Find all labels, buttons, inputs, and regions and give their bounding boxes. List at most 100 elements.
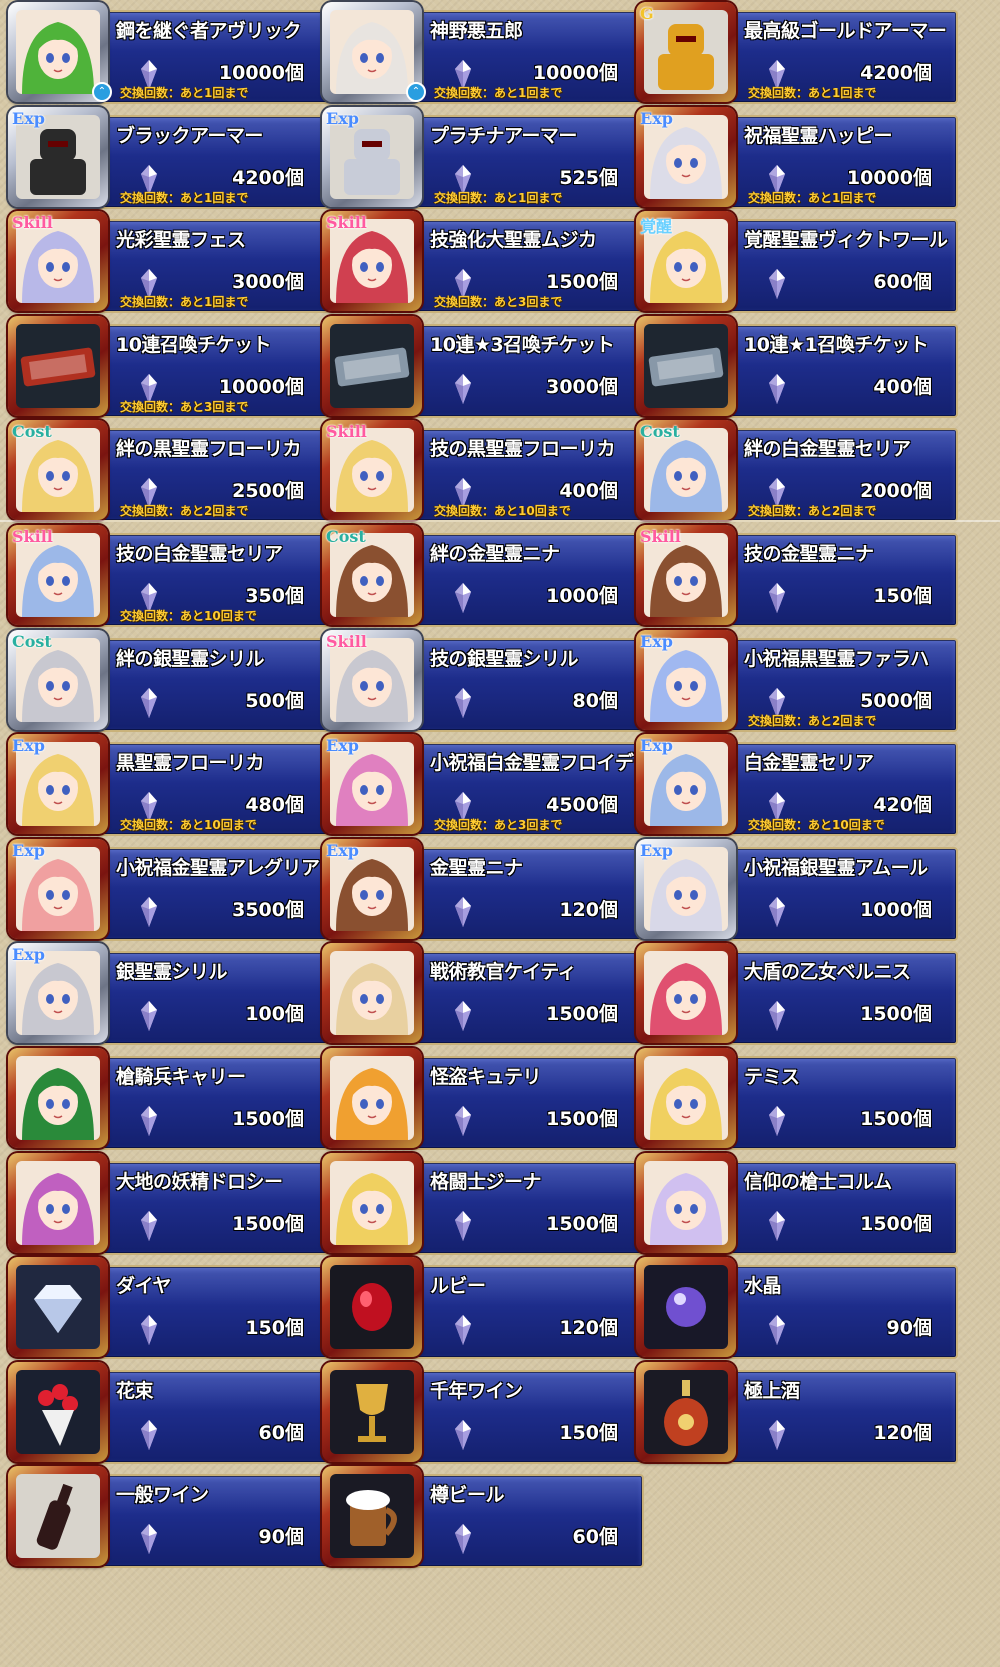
exchange-item-card[interactable]: 覚醒 覚醒聖霊ヴィクトワール 600個 [636, 211, 958, 315]
exchange-item-card[interactable]: 10連召喚チケット 10000個 交換回数：あと3回まで [8, 315, 330, 420]
exchange-item-card[interactable]: 花束 60個 [8, 1361, 330, 1466]
item-name: プラチナアーマー [430, 124, 577, 147]
item-cost: 3000個 [232, 271, 304, 294]
item-icon-frame [636, 1152, 736, 1253]
exchange-item-card[interactable]: 格闘士ジーナ 1500個 [322, 1152, 644, 1257]
item-icon-frame: Skill [322, 629, 422, 730]
green-haired-girl-icon [16, 10, 100, 94]
item-name: 樽ビール [430, 1484, 505, 1507]
type-tag: Skill [12, 527, 53, 546]
item-icon-frame: Cost [8, 629, 108, 730]
exchange-item-card[interactable]: 一般ワイン 90個 [8, 1466, 330, 1570]
exchange-item-card[interactable]: 極上酒 120個 [636, 1361, 958, 1466]
item-cost: 100個 [245, 1003, 304, 1026]
exchange-item-card[interactable]: Skill 技強化大聖霊ムジカ 1500個 交換回数：あと3回まで [322, 211, 644, 315]
exchange-item-card[interactable]: Cost 絆の金聖霊ニナ 1000個 [322, 525, 644, 629]
exchange-item-card[interactable]: 樽ビール 60個 [322, 1466, 644, 1570]
crystal-currency-icon [454, 687, 472, 718]
item-name: 技の黒聖霊フローリカ [430, 438, 616, 461]
exchange-item-card[interactable]: 信仰の槍士コルム 1500個 [636, 1152, 958, 1257]
exchange-item-card[interactable]: 千年ワイン 150個 [322, 1361, 644, 1466]
item-name: 白金聖霊セリア [744, 752, 874, 775]
exchange-item-card[interactable]: Cost 絆の黒聖霊フローリカ 2500個 交換回数：あと2回まで [8, 420, 330, 524]
exchange-item-card[interactable]: Skill 技の金聖霊ニナ 150個 [636, 525, 958, 629]
exchange-item-card[interactable]: Exp 金聖霊ニナ 120個 [322, 838, 644, 943]
exchange-item-card[interactable]: 水晶 90個 [636, 1257, 958, 1361]
type-tag: Exp [12, 108, 45, 128]
item-icon-frame: Exp [8, 943, 108, 1044]
exchange-item-card[interactable]: 戦術教官ケイティ 1500個 [322, 943, 644, 1047]
item-name: ルビー [430, 1275, 486, 1298]
item-icon-frame: Skill [8, 525, 108, 625]
exchange-item-card[interactable]: Skill 技の白金聖霊セリア 350個 交換回数：あと10回まで [8, 525, 330, 629]
exchange-item-card[interactable]: Skill 技の黒聖霊フローリカ 400個 交換回数：あと10回まで [322, 420, 644, 524]
exchange-item-card[interactable]: Exp 銀聖霊シリル 100個 [8, 943, 330, 1047]
exchange-item-card[interactable]: G 最高級ゴールドアーマー 4200個 交換回数：あと1回まで [636, 2, 958, 106]
exchange-item-card[interactable]: Skill 光彩聖霊フェス 3000個 交換回数：あと1回まで [8, 211, 330, 315]
item-name: 神野悪五郎 [430, 20, 523, 42]
item-cost: 150個 [559, 1421, 618, 1444]
item-cost: 10000個 [532, 62, 618, 84]
crystal-currency-icon [768, 1315, 786, 1346]
crystal-currency-icon [454, 1001, 472, 1032]
exchange-item-card[interactable]: Exp 小祝福金聖霊アレグリア 3500個 [8, 838, 330, 943]
exchange-item-card[interactable]: 大地の妖精ドロシー 1500個 [8, 1152, 330, 1257]
item-name: 格闘士ジーナ [430, 1170, 542, 1193]
item-name: 祝福聖霊ハッピー [744, 124, 893, 147]
item-name: 光彩聖霊フェス [116, 229, 246, 252]
exchange-item-card[interactable]: Skill 技の銀聖霊シリル 80個 [322, 629, 644, 734]
item-cost: 480個 [245, 794, 304, 817]
item-icon-frame: G [636, 2, 736, 102]
exchange-item-card[interactable]: Exp 小祝福銀聖霊アムール 1000個 [636, 838, 958, 943]
exchange-item-card[interactable]: ルビー 120個 [322, 1257, 644, 1361]
item-icon-frame: Skill [636, 525, 736, 625]
section-divider [0, 520, 1000, 522]
exchange-item-card[interactable]: 10連★3召喚チケット 3000個 [322, 315, 644, 420]
item-cost: 1500個 [860, 1108, 932, 1130]
exchange-limit-text: 交換回数：あと1回まで [748, 190, 877, 205]
crystal-currency-icon [140, 1419, 158, 1450]
exchange-item-card[interactable]: ⌃ 神野悪五郎 10000個 交換回数：あと1回まで [322, 2, 644, 106]
exchange-item-card[interactable]: 怪盗キュテリ 1500個 [322, 1048, 644, 1152]
crystal-currency-icon [454, 1210, 472, 1241]
exchange-item-card[interactable]: ダイヤ 150個 [8, 1257, 330, 1361]
exchange-item-card[interactable]: Exp 小祝福黒聖霊ファラハ 5000個 交換回数：あと2回まで [636, 629, 958, 734]
exchange-item-card[interactable]: Exp 小祝福白金聖霊フロイデ 4500個 交換回数：あと3回まで [322, 734, 644, 838]
ticket-silver-icon [644, 323, 728, 408]
type-tag: Cost [640, 422, 680, 442]
crystal-currency-icon [768, 1210, 786, 1241]
type-tag: Skill [326, 631, 367, 651]
exchange-item-card[interactable]: Exp 白金聖霊セリア 420個 交換回数：あと10回まで [636, 734, 958, 838]
type-tag: Cost [326, 527, 366, 546]
exchange-item-card[interactable]: 槍騎兵キャリー 1500個 [8, 1048, 330, 1152]
item-name: テミス [744, 1066, 800, 1088]
exchange-item-card[interactable]: Exp プラチナアーマー 525個 交換回数：あと1回まで [322, 106, 644, 211]
exchange-item-card[interactable]: Cost 絆の銀聖霊シリル 500個 [8, 629, 330, 734]
exchange-item-card[interactable]: テミス 1500個 [636, 1048, 958, 1152]
item-cost: 1000個 [860, 898, 932, 921]
item-icon-frame [636, 1257, 736, 1358]
exchange-limit-text: 交換回数：あと1回まで [120, 86, 249, 100]
item-name: ブラックアーマー [116, 124, 263, 147]
exchange-item-card[interactable]: ⌃ 鋼を継ぐ者アヴリック 10000個 交換回数：あと1回まで [8, 2, 330, 106]
crystal-currency-icon [768, 1106, 786, 1136]
item-icon-frame: Skill [322, 211, 422, 312]
item-name: 銀聖霊シリル [116, 961, 228, 984]
exchange-item-card[interactable]: Exp 黒聖霊フローリカ 480個 交換回数：あと10回まで [8, 734, 330, 838]
item-cost: 2500個 [232, 480, 304, 503]
item-name: 技の銀聖霊シリル [430, 647, 579, 670]
exchange-item-card[interactable]: 10連★1召喚チケット 400個 [636, 315, 958, 420]
exchange-item-card[interactable]: Cost 絆の白金聖霊セリア 2000個 交換回数：あと2回まで [636, 420, 958, 524]
item-cost: 3000個 [546, 375, 618, 398]
item-name: 怪盗キュテリ [430, 1066, 542, 1088]
item-cost: 4200個 [860, 62, 932, 84]
item-name: 信仰の槍士コルム [744, 1170, 892, 1193]
exchange-item-card[interactable]: 大盾の乙女ベルニス 1500個 [636, 943, 958, 1047]
exchange-limit-text: 交換回数：あと10回まで [120, 818, 257, 833]
beer-mug-icon [330, 1474, 414, 1559]
item-icon-frame: Exp [636, 838, 736, 939]
exchange-item-card[interactable]: Exp 祝福聖霊ハッピー 10000個 交換回数：あと1回まで [636, 106, 958, 211]
type-tag: Exp [12, 945, 45, 965]
item-cost: 60個 [572, 1526, 618, 1549]
exchange-item-card[interactable]: Exp ブラックアーマー 4200個 交換回数：あと1回まで [8, 106, 330, 211]
